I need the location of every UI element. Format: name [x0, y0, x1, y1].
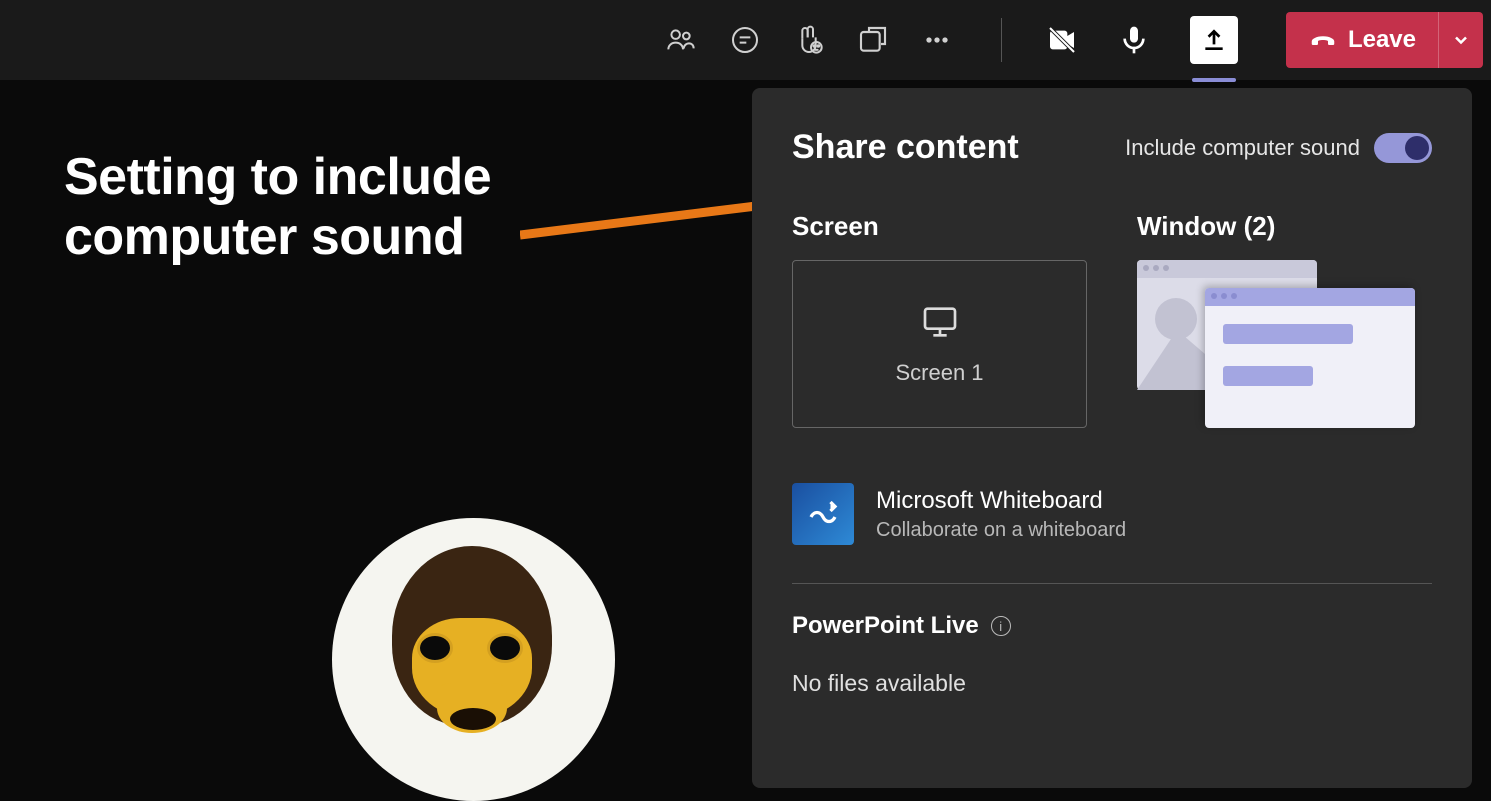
share-active-indicator — [1192, 78, 1236, 82]
share-content-panel: Share content Include computer sound Scr… — [752, 88, 1472, 788]
monitor-icon — [920, 302, 960, 342]
share-panel-title: Share content — [792, 128, 1019, 167]
media-controls — [1022, 16, 1262, 64]
whiteboard-option[interactable]: Microsoft Whiteboard Collaborate on a wh… — [792, 483, 1432, 545]
whiteboard-title: Microsoft Whiteboard — [876, 487, 1126, 515]
info-icon[interactable]: i — [991, 616, 1011, 636]
more-icon[interactable] — [921, 24, 953, 56]
whiteboard-subtitle: Collaborate on a whiteboard — [876, 519, 1126, 542]
include-sound-toggle[interactable] — [1374, 133, 1432, 163]
include-sound-row: Include computer sound — [1125, 133, 1432, 163]
whiteboard-icon — [792, 483, 854, 545]
mic-icon[interactable] — [1118, 24, 1150, 56]
reactions-icon[interactable] — [793, 24, 825, 56]
leave-options-button[interactable] — [1439, 12, 1483, 68]
annotation-line1: Setting to include — [64, 148, 491, 208]
panel-divider — [792, 583, 1432, 584]
window-tile[interactable] — [1137, 260, 1432, 428]
screen-section-label: Screen — [792, 211, 1087, 242]
hangup-icon — [1308, 25, 1338, 55]
screen-tile-1[interactable]: Screen 1 — [792, 260, 1087, 428]
toolbar-divider — [1001, 18, 1002, 62]
toolbar-icons — [665, 24, 981, 56]
rooms-icon[interactable] — [857, 24, 889, 56]
leave-label: Leave — [1348, 26, 1416, 54]
annotation-line2: computer sound — [64, 208, 491, 268]
participant-avatar — [332, 518, 615, 801]
screen-tile-label: Screen 1 — [895, 360, 983, 386]
include-sound-label: Include computer sound — [1125, 135, 1360, 161]
meeting-top-bar: Leave — [0, 0, 1491, 80]
window-section-label: Window (2) — [1137, 211, 1432, 242]
share-button[interactable] — [1190, 16, 1238, 64]
powerpoint-live-label: PowerPoint Live — [792, 612, 979, 640]
leave-button-group: Leave — [1286, 12, 1483, 68]
leave-button[interactable]: Leave — [1286, 12, 1439, 68]
annotation-text: Setting to include computer sound — [64, 148, 491, 268]
camera-off-icon[interactable] — [1046, 24, 1078, 56]
chat-icon[interactable] — [729, 24, 761, 56]
no-files-text: No files available — [792, 670, 1432, 697]
people-icon[interactable] — [665, 24, 697, 56]
